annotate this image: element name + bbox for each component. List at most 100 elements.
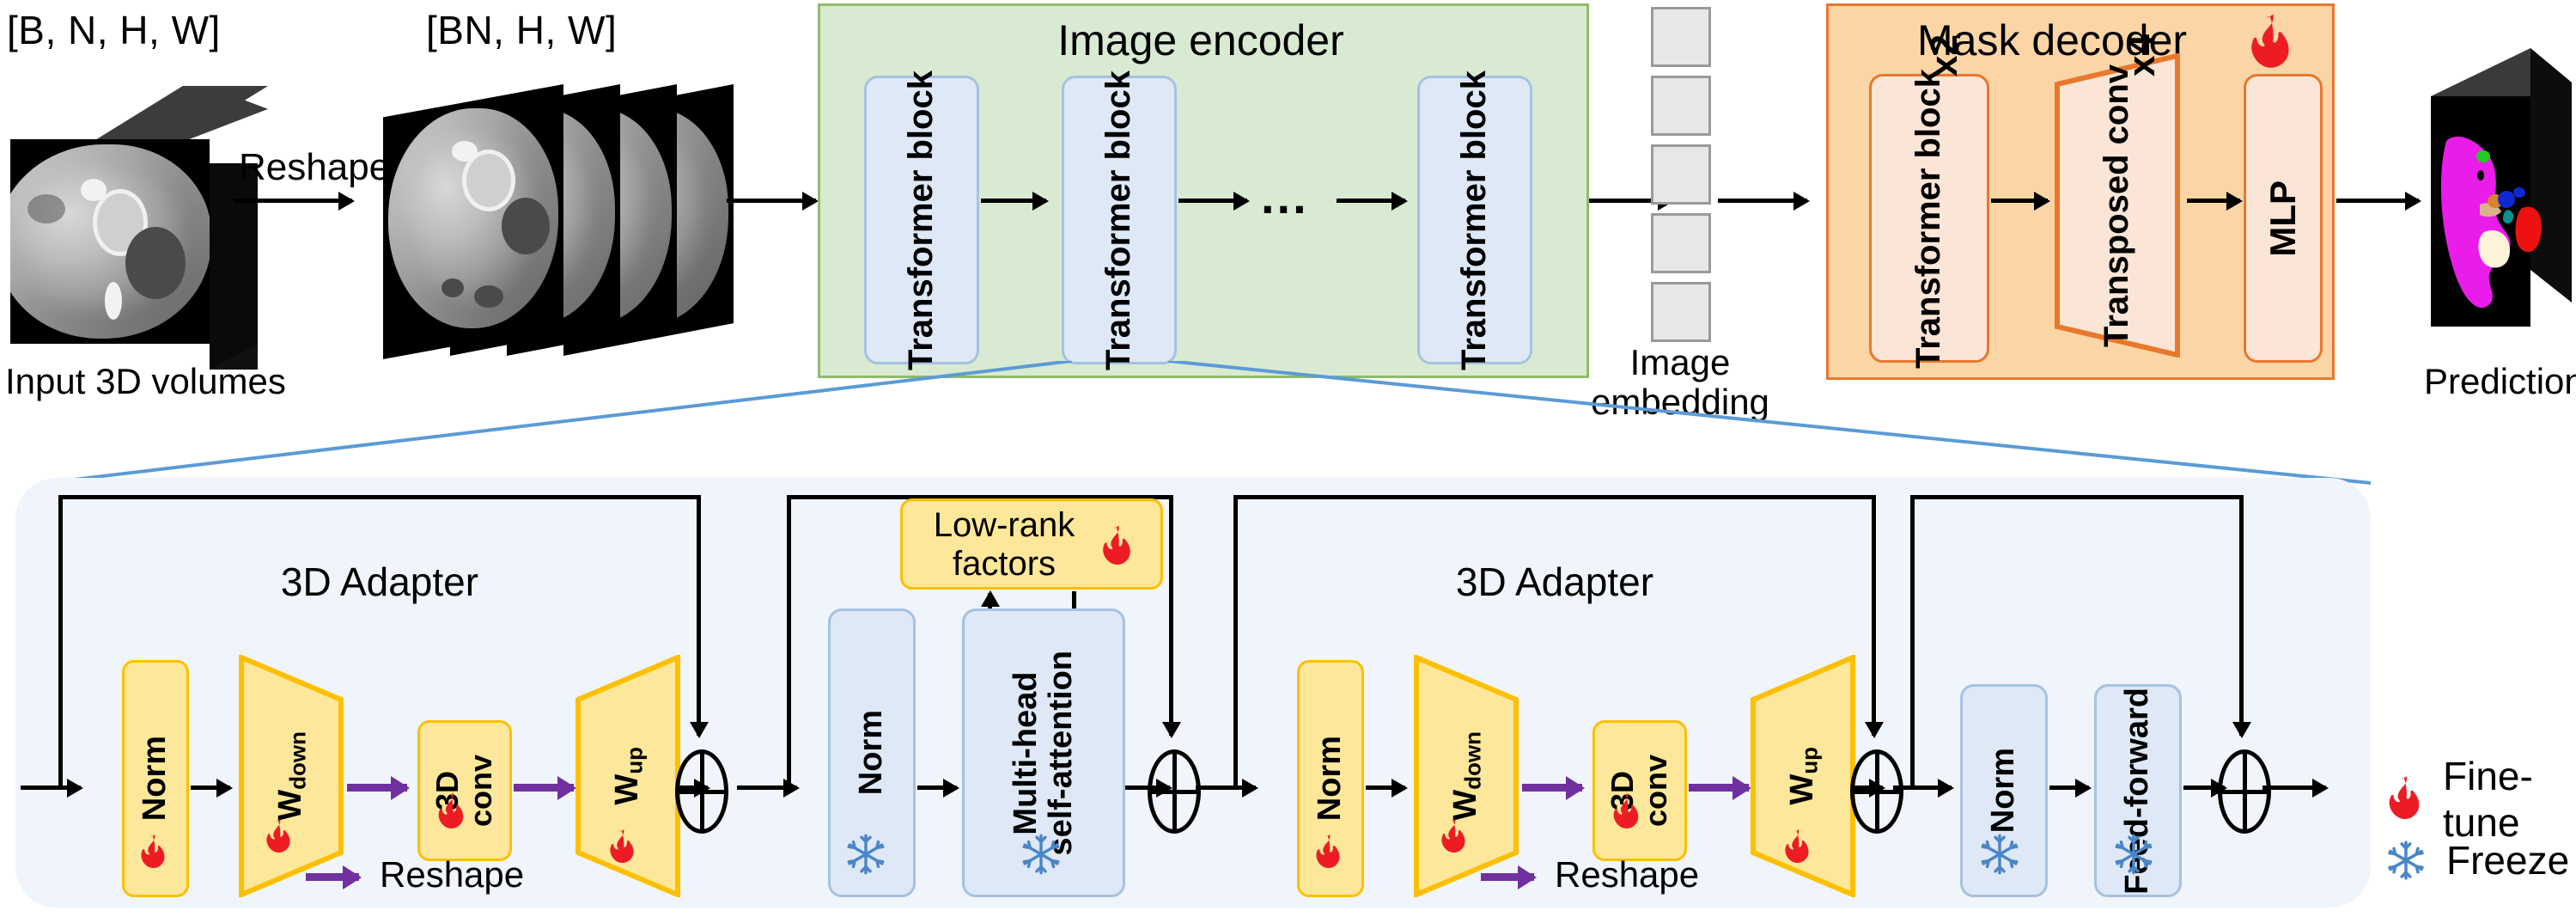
low-rank-factors-block[interactable]: Low-rank factors: [900, 498, 1163, 590]
adapter2-conv3d-fire-icon: [1610, 791, 1642, 834]
input-volume-3d: [10, 86, 268, 370]
panel-output-arrow-icon: [2262, 786, 2326, 790]
multi-head-self-attention-label: Multi-head self-attention: [1007, 650, 1079, 856]
mask-decoder-fire-icon: [2245, 12, 2295, 74]
ffn-residual-down-arrow-icon: [2239, 495, 2244, 736]
adapter1-w-down-label: Wdown: [271, 731, 311, 821]
adapter2-w-down-label: Wdown: [1446, 731, 1486, 821]
adapter2-norm-label: Norm: [1312, 736, 1349, 822]
reshape-legend-label-1: Reshape: [380, 854, 525, 895]
ffn-arrow-norm-to-ff-icon: [2049, 786, 2089, 790]
encoder-ellipsis: ...: [1261, 169, 1309, 223]
decoder-transformer-block[interactable]: Transformer block: [1869, 69, 1989, 369]
adapter1-w-down-block[interactable]: Wdown: [239, 655, 344, 897]
decoder-arrow-2-icon: [2187, 199, 2240, 203]
reshape-legend-arrow-2-icon: [1481, 873, 1534, 881]
encoder-transformer-block-2-label: Transformer block: [1099, 70, 1138, 370]
encoder-transformer-block-2[interactable]: Transformer block: [1062, 70, 1177, 370]
attention-arrow-norm-to-msa-icon: [917, 786, 957, 790]
decoder-transposed-conv-label: Transposed conv: [2098, 64, 2136, 347]
decoder-to-prediction-arrow-icon: [2336, 199, 2419, 203]
adapter2-input-arrow-icon: [1196, 786, 1256, 790]
embedding-to-decoder-arrow-icon: [1718, 199, 1807, 203]
adapter2-w-up-label: Wup: [1783, 747, 1823, 805]
adapter2-arrow-norm-to-wdown-icon: [1366, 786, 1405, 790]
adapter1-reshape-arrow-1-icon: [347, 784, 407, 792]
adapter1-norm-label: Norm: [137, 736, 174, 822]
decoder-transposed-conv-block[interactable]: Transposed conv: [2055, 53, 2180, 358]
input-volume-caption: Input 3D volumes: [5, 361, 286, 401]
decoder-mlp-block[interactable]: MLP: [2244, 74, 2323, 363]
multi-head-self-attention-snowflake-icon: [1019, 832, 1063, 877]
adapter2-reshape-arrow-1-icon: [1522, 784, 1582, 792]
decoder-mlp-label: MLP: [2262, 180, 2304, 257]
attention-input-arrow-icon: [737, 786, 797, 790]
adapter2-w-down-block[interactable]: Wdown: [1414, 655, 1519, 897]
encoder-to-panel-connectors: [44, 361, 2372, 485]
encoder-arrow-3-icon: [1337, 199, 1405, 203]
encoder-arrow-2-icon: [1178, 199, 1247, 203]
attention-norm-label: Norm: [853, 710, 890, 796]
slice-1: [383, 84, 563, 359]
low-rank-factors-fire-icon: [1099, 523, 1135, 570]
adapter2-w-up-fire-icon: [1781, 827, 1812, 868]
adapter2-residual-left: [1233, 495, 1238, 787]
reshape-label: Reshape: [239, 146, 391, 188]
adapter1-w-up-fire-icon: [606, 827, 637, 868]
attention-residual-down-arrow-icon: [1169, 495, 1173, 736]
image-embedding-caption-line1: Image: [1629, 342, 1731, 382]
adapter1-conv3d-fire-icon: [435, 791, 467, 834]
image-embedding-token-4: [1651, 213, 1711, 273]
image-embedding-token-5: [1651, 282, 1711, 342]
low-rank-factors-label: Low-rank factors: [933, 506, 1075, 583]
adapter2-residual-top: [1233, 495, 1876, 499]
adapter1-w-up-label: Wup: [608, 747, 648, 805]
adapter2-w-up-subscript: up: [1796, 747, 1823, 774]
slices-shape-label: [BN, H, W]: [426, 8, 618, 52]
encoder-transformer-block-1[interactable]: Transformer block: [864, 70, 979, 370]
ffn-input-arrow-icon: [1893, 786, 1952, 790]
adapter2-w-down-fire-icon: [1438, 816, 1469, 858]
image-encoder-title: Image encoder: [1057, 16, 1344, 64]
adapter1-residual-sum: [675, 749, 728, 834]
encoder-arrow-1-icon: [981, 199, 1046, 203]
adapter1-title: 3D Adapter: [280, 559, 479, 604]
feed-forward-snowflake-icon: [2111, 832, 2156, 877]
legend-fire-icon: [2384, 774, 2424, 824]
adapter1-residual-top: [58, 495, 701, 499]
attention-norm-snowflake-icon: [843, 832, 888, 877]
adapter2-title: 3D Adapter: [1455, 559, 1654, 604]
ffn-norm-label: Norm: [1985, 748, 2022, 834]
ffn-residual-sum: [2218, 749, 2271, 834]
adapter1-w-down-fire-icon: [263, 816, 294, 858]
prediction-caption: Prediction: [2424, 361, 2576, 401]
decoder-transposed-conv-repeat: x4: [2121, 34, 2163, 76]
ffn-norm-snowflake-icon: [1977, 832, 2022, 877]
legend-fine-tune-label: Fine-tune: [2443, 754, 2533, 845]
adapter2-reshape-arrow-2-icon: [1689, 784, 1749, 792]
slices-to-encoder-arrow-icon: [727, 199, 816, 203]
adapter1-w-up-subscript: up: [621, 747, 648, 774]
ffn-residual-left: [1910, 495, 1915, 787]
adapter1-w-down-subscript: down: [284, 731, 311, 790]
adapter1-reshape-arrow-2-icon: [514, 784, 574, 792]
decoder-transformer-block-repeat: x2: [1923, 34, 1965, 76]
adapter2-norm-fire-icon: [1312, 832, 1343, 873]
adapter1-residual-down-arrow-icon: [697, 495, 701, 736]
encoder-transformer-block-3[interactable]: Transformer block: [1417, 70, 1532, 370]
encoder-transformer-block-1-label: Transformer block: [902, 70, 941, 370]
image-embedding-token-2: [1651, 76, 1711, 136]
attention-residual-left: [787, 495, 791, 787]
reshape-legend-label-2: Reshape: [1555, 854, 1700, 895]
input-shape-label: [B, N, H, W]: [7, 8, 221, 52]
ffn-residual-top: [1910, 495, 2244, 499]
adapter2-residual-sum: [1850, 749, 1903, 834]
attention-residual-sum: [1148, 749, 1201, 834]
prediction-volume-3d: [2427, 45, 2575, 345]
image-embedding-caption-line2: embedding: [1591, 382, 1769, 422]
adapter1-residual-left: [58, 495, 63, 787]
decoder-arrow-1-icon: [1991, 199, 2048, 203]
adapter1-input-arrow-icon: [21, 786, 81, 790]
legend-freeze: Freeze: [2384, 837, 2569, 883]
image-embedding-token-1: [1651, 7, 1711, 67]
